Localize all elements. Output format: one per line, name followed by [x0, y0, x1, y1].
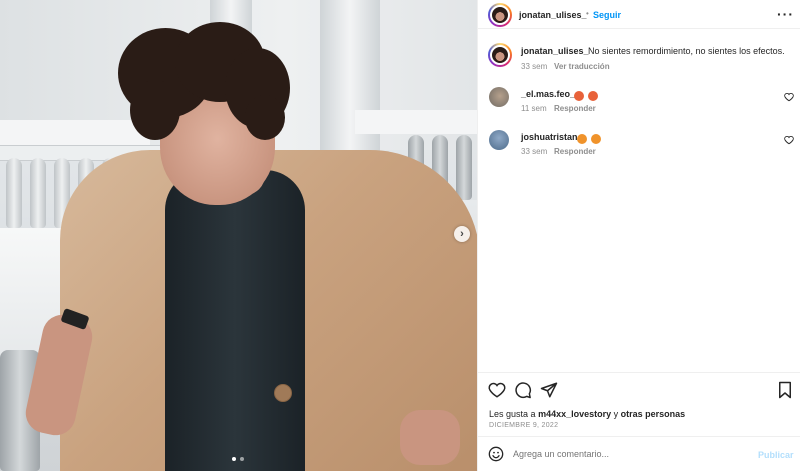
translate-link[interactable]: Ver traducción — [554, 62, 610, 71]
likes-user-link[interactable]: m44xx_lovestory — [538, 409, 611, 419]
post-header: jonatan_ulises_ • Seguir ··· — [478, 0, 800, 29]
reply-button[interactable]: Responder — [554, 104, 596, 113]
cat-emoji — [577, 130, 602, 148]
share-paper-plane-icon[interactable] — [540, 381, 558, 399]
baluster — [30, 158, 46, 228]
comment-username[interactable]: _el.mas.feo_ — [521, 89, 575, 99]
next-photo-button[interactable]: › — [454, 226, 470, 242]
more-horizontal-icon[interactable]: ··· — [777, 6, 794, 22]
follow-button[interactable]: Seguir — [593, 10, 621, 20]
caption-text: No sientes remordimiento, no sientes los… — [588, 46, 785, 56]
author-avatar[interactable] — [488, 3, 512, 27]
baluster — [456, 135, 472, 200]
reply-button[interactable]: Responder — [554, 147, 596, 156]
heart-eyes-emoji — [574, 87, 599, 105]
post-date: DICIEMBRE 9, 2022 — [489, 422, 559, 429]
turtleneck — [165, 170, 305, 471]
commenter-avatar[interactable] — [489, 87, 509, 107]
likes-summary: Les gusta a m44xx_lovestory y otras pers… — [489, 409, 685, 419]
caption-age: 33 sem — [521, 62, 548, 71]
hair — [130, 80, 180, 140]
commenter-avatar[interactable] — [489, 130, 509, 150]
author-username[interactable]: jonatan_ulises_ — [519, 10, 587, 20]
jacket-button — [274, 384, 292, 402]
caption-username[interactable]: jonatan_ulises_ — [521, 46, 589, 56]
caption-avatar[interactable] — [488, 43, 512, 67]
carousel-dot — [240, 457, 244, 461]
like-heart-icon[interactable] — [488, 381, 506, 399]
hair — [245, 95, 285, 140]
hand — [400, 410, 460, 465]
likes-prefix: Les gusta a — [489, 409, 536, 419]
comment-username[interactable]: joshuatristan — [521, 132, 578, 142]
likes-joiner: y — [613, 409, 619, 419]
balcony-ledge — [355, 110, 477, 134]
comment-bubble-icon[interactable] — [514, 381, 532, 399]
comment-composer: Publicar — [478, 436, 800, 472]
post-sidebar: jonatan_ulises_ • Seguir ··· jonatan_uli… — [477, 0, 800, 471]
like-comment-heart-icon[interactable] — [784, 92, 794, 102]
like-comment-heart-icon[interactable] — [784, 135, 794, 145]
comment-input[interactable] — [513, 446, 733, 462]
baluster — [6, 158, 22, 228]
likes-others-link[interactable]: otras personas — [621, 409, 686, 419]
carousel-dot-active — [232, 457, 236, 461]
comment-age: 11 sem — [521, 104, 547, 113]
comment-age: 33 sem — [521, 147, 548, 156]
publish-button[interactable]: Publicar — [758, 450, 794, 460]
post-photo[interactable]: › — [0, 0, 477, 471]
emoji-smiley-icon[interactable] — [488, 446, 504, 462]
separator-dot: • — [586, 9, 589, 18]
save-bookmark-icon[interactable] — [776, 381, 794, 399]
carousel-dots — [232, 457, 244, 461]
